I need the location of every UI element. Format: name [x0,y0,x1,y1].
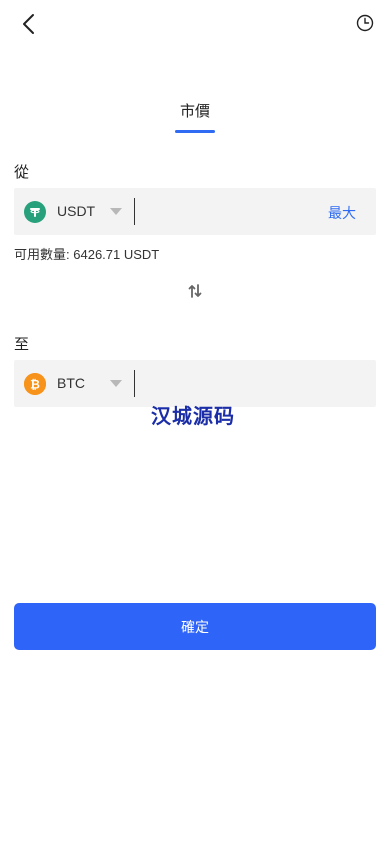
input-cursor [134,370,135,397]
chevron-left-icon [23,14,34,34]
from-coin-name[interactable]: USDT [57,203,95,219]
from-amount-input[interactable] [140,196,320,227]
available-label: 可用數量: [14,247,70,262]
tether-icon [24,201,46,223]
watermark-text: 汉城源码 [151,406,235,428]
to-coin-dropdown-icon[interactable] [110,380,122,387]
from-coin-dropdown-icon[interactable] [110,208,122,215]
history-button[interactable] [352,10,378,36]
swap-button[interactable] [183,281,207,301]
confirm-button[interactable]: 確定 [14,603,376,650]
svg-text:₿: ₿ [30,378,40,392]
bitcoin-icon: ₿ [24,373,46,395]
to-label: 至 [14,336,30,353]
back-button[interactable] [14,10,42,38]
tab-active-indicator [175,130,215,133]
from-field: USDT 最大 [14,188,376,235]
to-coin-name[interactable]: BTC [57,375,85,391]
available-value: 6426.71 USDT [73,247,160,262]
input-cursor [134,198,135,225]
from-label: 從 [14,164,30,181]
max-button[interactable]: 最大 [328,203,356,223]
clock-icon [356,14,374,32]
to-amount-input[interactable] [140,368,320,399]
swap-arrows-icon [188,284,202,298]
tab-market[interactable]: 市價 [165,100,225,121]
available-balance: 可用數量: 6426.71 USDT [14,244,159,263]
